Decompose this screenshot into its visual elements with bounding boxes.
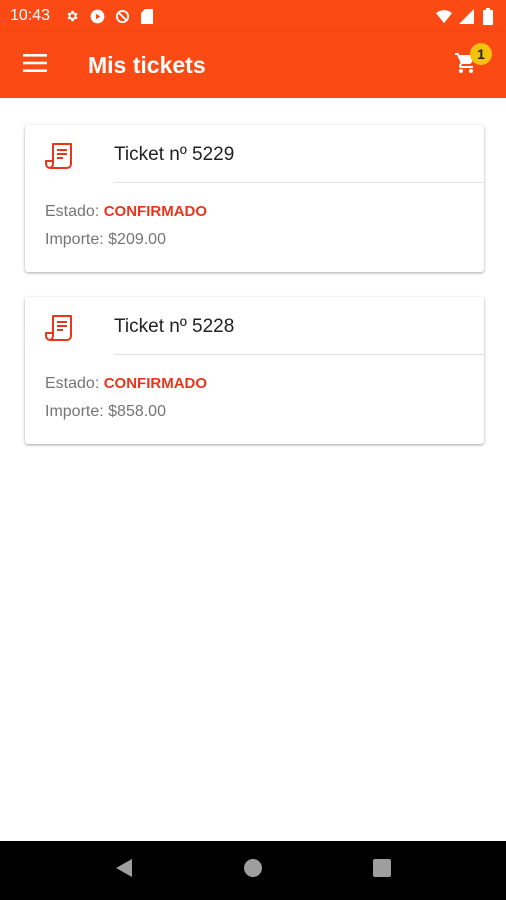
receipt-icon (45, 141, 75, 171)
status-time: 10:43 (10, 7, 51, 24)
ticket-body: Estado: CONFIRMADO Importe: $858.00 (25, 355, 484, 431)
state-label: Estado: (45, 375, 100, 392)
ticket-state-row: Estado: CONFIRMADO (45, 375, 484, 403)
ticket-header: Ticket nº 5229 (25, 125, 484, 183)
ticket-state-row: Estado: CONFIRMADO (45, 203, 484, 231)
cart-count-badge: 1 (470, 43, 492, 65)
ticket-title: Ticket nº 5229 (114, 144, 235, 165)
system-nav-bar (0, 841, 506, 900)
signal-icon (458, 8, 474, 24)
cart-button[interactable]: 1 (446, 43, 492, 85)
back-button[interactable] (104, 851, 144, 891)
ticket-card[interactable]: Ticket nº 5229 Estado: CONFIRMADO Import… (25, 125, 484, 272)
ticket-body: Estado: CONFIRMADO Importe: $209.00 (25, 183, 484, 259)
no-sync-icon (114, 8, 130, 24)
menu-button[interactable] (0, 32, 70, 98)
play-icon (89, 8, 105, 24)
amount-value: $858.00 (108, 403, 166, 420)
amount-value: $209.00 (108, 231, 166, 248)
status-bar: 10:43 (0, 0, 506, 32)
ticket-list: Ticket nº 5229 Estado: CONFIRMADO Import… (0, 98, 506, 444)
home-circle-icon (243, 858, 263, 883)
ticket-title: Ticket nº 5228 (114, 316, 235, 337)
divider (114, 182, 484, 183)
amount-label: Importe: (45, 231, 104, 248)
recents-square-icon (372, 859, 391, 882)
hamburger-menu-icon (23, 53, 47, 77)
main-content: Ticket nº 5229 Estado: CONFIRMADO Import… (0, 98, 506, 841)
divider (114, 354, 484, 355)
recents-button[interactable] (362, 851, 402, 891)
settings-icon (64, 8, 80, 24)
sd-card-icon (139, 8, 155, 24)
page-title: Mis tickets (88, 51, 206, 78)
amount-label: Importe: (45, 403, 104, 420)
ticket-amount-row: Importe: $858.00 (45, 403, 484, 431)
ticket-header: Ticket nº 5228 (25, 297, 484, 355)
home-button[interactable] (233, 851, 273, 891)
wifi-icon (436, 8, 452, 24)
battery-icon (480, 7, 496, 25)
state-value: CONFIRMADO (103, 375, 208, 392)
back-triangle-icon (115, 858, 133, 883)
ticket-amount-row: Importe: $209.00 (45, 231, 484, 259)
ticket-card[interactable]: Ticket nº 5228 Estado: CONFIRMADO Import… (25, 297, 484, 444)
state-value: CONFIRMADO (103, 203, 208, 220)
app-bar: Mis tickets 1 (0, 32, 506, 98)
receipt-icon (45, 313, 75, 343)
state-label: Estado: (45, 203, 100, 220)
